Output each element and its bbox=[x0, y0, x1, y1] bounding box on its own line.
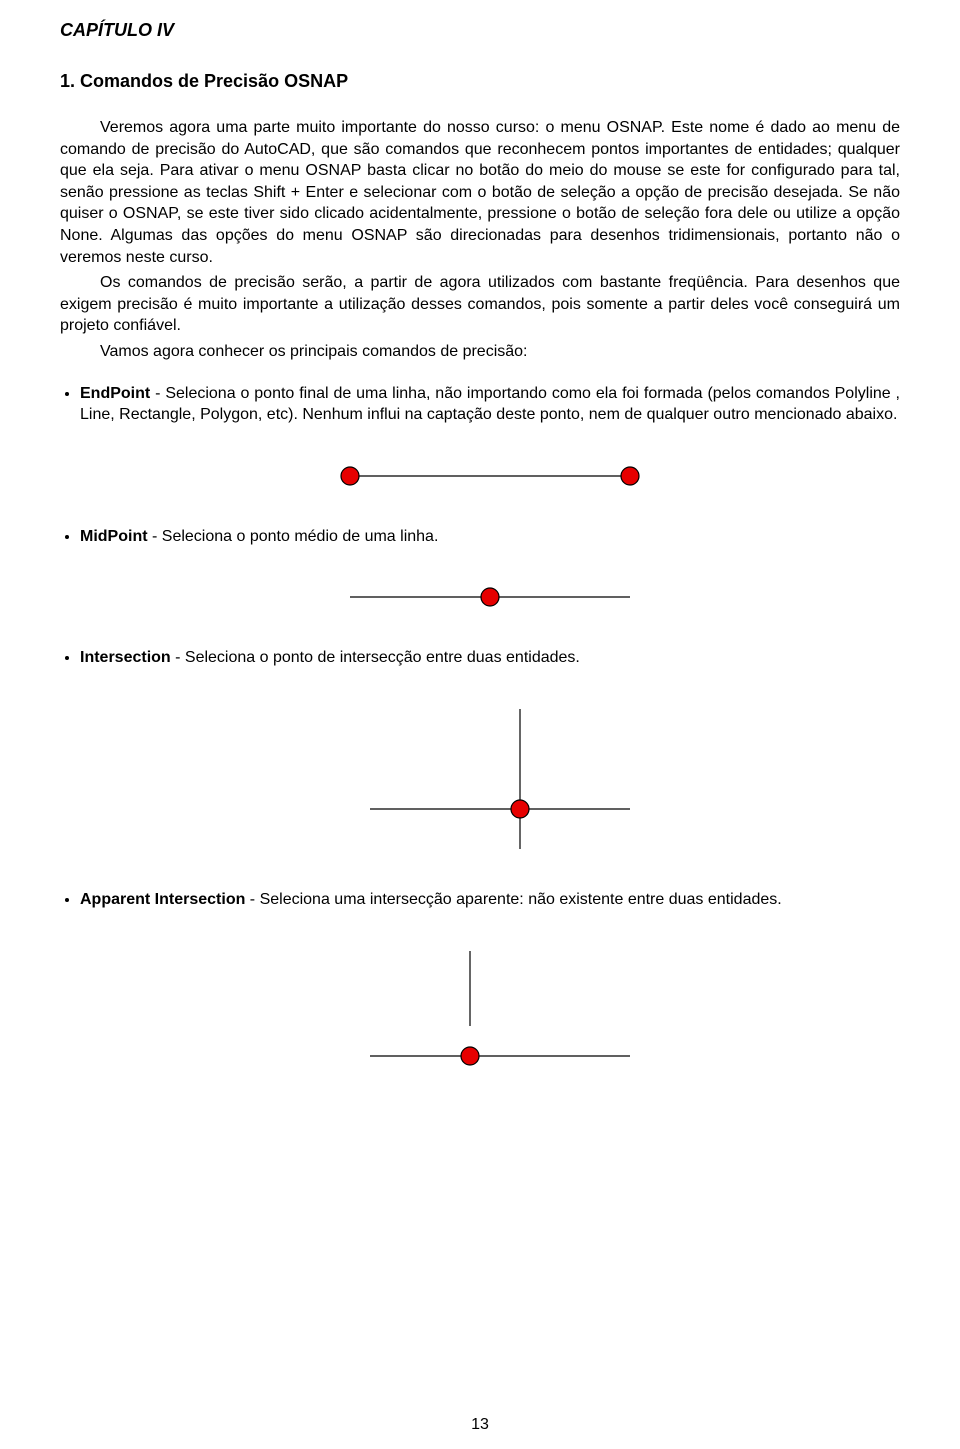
diagram-apparent-intersection bbox=[80, 941, 900, 1081]
body-paragraph-1: Veremos agora uma parte muito importante… bbox=[60, 117, 900, 268]
page: CAPÍTULO IV 1. Comandos de Precisão OSNA… bbox=[0, 0, 960, 1449]
apparent-intersection-svg bbox=[330, 941, 650, 1081]
endpoint-svg bbox=[330, 456, 650, 496]
list-item-midpoint: MidPoint - Seleciona o ponto médio de um… bbox=[80, 526, 900, 618]
page-number: 13 bbox=[0, 1416, 960, 1434]
midpoint-svg bbox=[330, 577, 650, 617]
list-item-intersection: Intersection - Seleciona o ponto de inte… bbox=[80, 647, 900, 859]
body-paragraph-3: Vamos agora conhecer os principais coman… bbox=[60, 341, 900, 363]
term-apparent: Apparent Intersection bbox=[80, 891, 245, 908]
desc-endpoint: - Seleciona o ponto final de uma linha, … bbox=[80, 385, 900, 424]
section-title: 1. Comandos de Precisão OSNAP bbox=[60, 71, 900, 92]
diagram-midpoint bbox=[80, 577, 900, 617]
list-item-apparent-intersection: Apparent Intersection - Seleciona uma in… bbox=[80, 889, 900, 1081]
osnap-command-list: EndPoint - Seleciona o ponto final de um… bbox=[60, 383, 900, 1081]
diagram-intersection bbox=[80, 699, 900, 859]
desc-apparent: - Seleciona uma intersecção aparente: nã… bbox=[245, 891, 781, 908]
desc-midpoint: - Seleciona o ponto médio de uma linha. bbox=[148, 528, 439, 545]
diagram-endpoint bbox=[80, 456, 900, 496]
term-intersection: Intersection bbox=[80, 649, 171, 666]
term-endpoint: EndPoint bbox=[80, 385, 150, 402]
intersection-svg bbox=[330, 699, 650, 859]
list-item-endpoint: EndPoint - Seleciona o ponto final de um… bbox=[80, 383, 900, 496]
desc-intersection: - Seleciona o ponto de intersecção entre… bbox=[171, 649, 580, 666]
body-paragraph-2: Os comandos de precisão serão, a partir … bbox=[60, 272, 900, 337]
chapter-title: CAPÍTULO IV bbox=[60, 20, 900, 41]
term-midpoint: MidPoint bbox=[80, 528, 148, 545]
